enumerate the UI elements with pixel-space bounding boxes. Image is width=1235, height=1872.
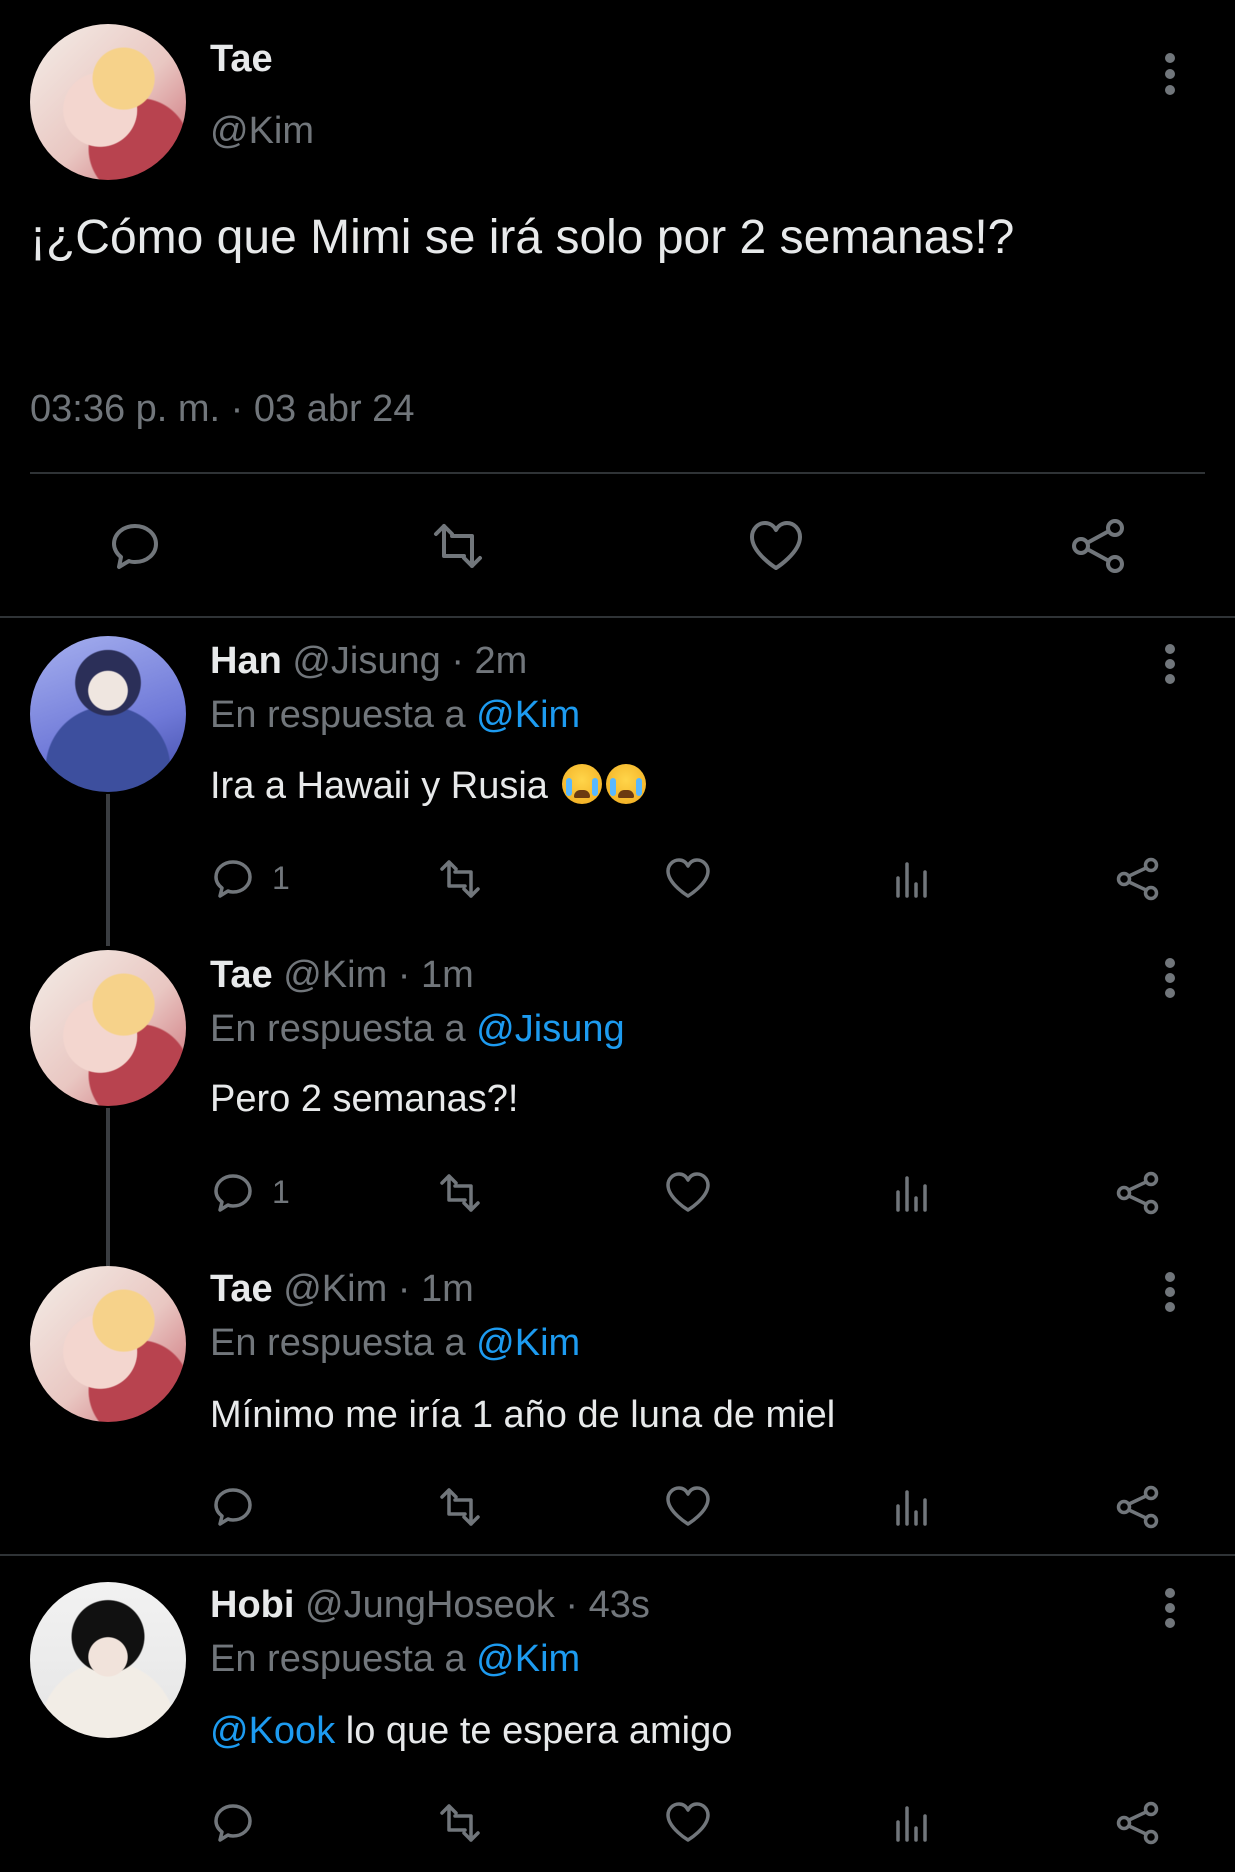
retweet-icon[interactable] xyxy=(434,856,486,902)
section-divider xyxy=(0,616,1235,618)
views-icon[interactable] xyxy=(892,1170,932,1216)
reply-author-meta[interactable]: @Jisung · 2m xyxy=(292,640,527,682)
reply-context: En respuesta a @Kim xyxy=(210,1322,580,1365)
reply-icon[interactable] xyxy=(210,1170,256,1216)
reply-text: @Kook lo que te espera amigo xyxy=(210,1710,732,1753)
share-icon[interactable] xyxy=(1114,1484,1162,1530)
mention-link[interactable]: @Kook xyxy=(210,1710,335,1752)
reply-author-meta[interactable]: @Kim · 1m xyxy=(283,954,474,996)
reply-header: Hobi @JungHoseok · 43s xyxy=(210,1584,650,1627)
retweet-icon[interactable] xyxy=(426,518,490,574)
views-icon[interactable] xyxy=(892,856,932,902)
reply-author-name[interactable]: Hobi xyxy=(210,1584,294,1626)
reply-context-label: En respuesta a xyxy=(210,1638,477,1680)
reply-icon[interactable] xyxy=(107,518,163,574)
reply-author-name[interactable]: Han xyxy=(210,640,282,682)
reply-avatar[interactable] xyxy=(30,950,186,1106)
reply-divider xyxy=(0,1554,1235,1556)
reply-context-label: En respuesta a xyxy=(210,1322,477,1364)
share-icon[interactable] xyxy=(1114,1170,1162,1216)
share-icon[interactable] xyxy=(1069,516,1129,576)
share-icon[interactable] xyxy=(1114,1800,1162,1846)
like-icon[interactable] xyxy=(664,1484,712,1530)
reply-text: Ira a Hawaii y Rusia xyxy=(210,764,647,808)
reply-action-bar: 1 xyxy=(210,856,1170,902)
retweet-icon[interactable] xyxy=(434,1484,486,1530)
more-icon[interactable] xyxy=(1158,644,1182,684)
reply-action-bar xyxy=(210,1800,1170,1846)
more-icon[interactable] xyxy=(1158,1272,1182,1312)
main-tweet-text: ¡¿Cómo que Mimi se irá solo por 2 semana… xyxy=(30,211,1015,264)
reply-icon[interactable] xyxy=(210,856,256,902)
main-author-name[interactable]: Tae xyxy=(210,38,273,81)
reply-context-link[interactable]: @Kim xyxy=(476,694,580,736)
reply-header: Tae @Kim · 1m xyxy=(210,1268,474,1311)
reply-text-content: lo que te espera amigo xyxy=(335,1710,733,1752)
like-icon[interactable] xyxy=(664,856,712,902)
reply-author-meta[interactable]: @JungHoseok · 43s xyxy=(305,1584,650,1626)
retweet-icon[interactable] xyxy=(434,1170,486,1216)
reply-context-link[interactable]: @Kim xyxy=(476,1322,580,1364)
reply-count: 1 xyxy=(272,860,290,896)
reply-text: Mínimo me iría 1 año de luna de miel xyxy=(210,1394,836,1436)
reply-action-bar: 1 xyxy=(210,1170,1170,1216)
main-more-icon[interactable] xyxy=(1158,52,1182,96)
reply-avatar[interactable] xyxy=(30,1582,186,1738)
reply-author-meta[interactable]: @Kim · 1m xyxy=(283,1268,474,1310)
reply-text-content: Ira a Hawaii y Rusia xyxy=(210,765,548,807)
share-icon[interactable] xyxy=(1114,856,1162,902)
more-icon[interactable] xyxy=(1158,958,1182,998)
more-icon[interactable] xyxy=(1158,1588,1182,1628)
reply-context-link[interactable]: @Jisung xyxy=(476,1008,624,1050)
crying-emoji-icon xyxy=(562,764,603,804)
reply-context: En respuesta a @Kim xyxy=(210,1638,580,1681)
main-avatar[interactable] xyxy=(30,24,186,180)
reply-count: 1 xyxy=(272,1174,290,1210)
like-icon[interactable] xyxy=(664,1170,712,1216)
retweet-icon[interactable] xyxy=(434,1800,486,1846)
like-icon[interactable] xyxy=(746,516,806,576)
reply-author-name[interactable]: Tae xyxy=(210,954,273,996)
reply-context: En respuesta a @Jisung xyxy=(210,1008,625,1051)
reply-author-name[interactable]: Tae xyxy=(210,1268,273,1310)
thread-line xyxy=(106,1108,110,1266)
reply-icon[interactable] xyxy=(210,1800,256,1846)
reply-text: Pero 2 semanas?! xyxy=(210,1078,519,1120)
reply-header: Tae @Kim · 1m xyxy=(210,954,474,997)
crying-emoji-icon xyxy=(606,764,647,804)
main-timestamp[interactable]: 03:36 p. m. · 03 abr 24 xyxy=(30,388,414,431)
views-icon[interactable] xyxy=(892,1800,932,1846)
like-icon[interactable] xyxy=(664,1800,712,1846)
reply-avatar[interactable] xyxy=(30,1266,186,1422)
reply-action-bar xyxy=(210,1484,1170,1530)
reply-context-label: En respuesta a xyxy=(210,694,477,736)
reply-context-label: En respuesta a xyxy=(210,1008,477,1050)
views-icon[interactable] xyxy=(892,1484,932,1530)
reply-context: En respuesta a @Kim xyxy=(210,694,580,737)
main-author-handle[interactable]: @Kim xyxy=(210,110,314,153)
main-divider xyxy=(30,472,1205,474)
reply-avatar[interactable] xyxy=(30,636,186,792)
reply-icon[interactable] xyxy=(210,1484,256,1530)
reply-header: Han @Jisung · 2m xyxy=(210,640,527,683)
reply-context-link[interactable]: @Kim xyxy=(476,1638,580,1680)
thread-line xyxy=(106,794,110,946)
